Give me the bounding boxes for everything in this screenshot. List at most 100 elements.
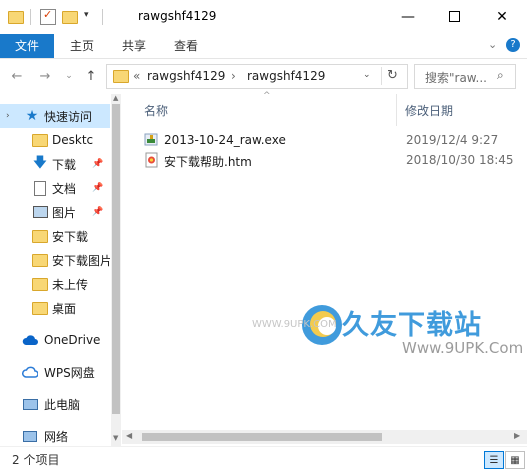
breadcrumb-segment-2[interactable]: rawgshf4129 [247,69,325,83]
quick-access-dropdown-icon[interactable]: ▾ [84,10,89,20]
search-box[interactable]: 搜索"raw... ⌕ [414,64,516,89]
sidebar-item-folder-anxiazai[interactable]: 安下载 [0,224,110,248]
file-row[interactable]: 2013-10-24_raw.exe 2019/12/4 9:27 [142,130,522,150]
sidebar-item-this-pc[interactable]: 此电脑 [0,392,110,416]
scroll-left-icon[interactable]: ◀ [126,431,132,440]
back-arrow-icon[interactable]: ← [8,67,26,85]
sidebar-item-label: 网络 [44,429,69,444]
sidebar-item-label: 图片 [52,205,77,220]
maximize-icon [448,11,460,22]
address-dropdown-icon[interactable]: ⌄ [363,70,371,80]
tab-view[interactable]: 查看 [166,34,206,58]
forward-arrow-icon[interactable]: → [36,67,54,85]
pin-icon[interactable]: 📌 [92,159,103,169]
exe-installer-icon [144,132,160,151]
window-folder-icon [8,11,24,24]
folder-icon [32,228,48,244]
column-header-modified[interactable]: 修改日期 [405,102,453,119]
folder-icon [113,70,129,83]
scrollbar-thumb[interactable] [142,433,382,441]
folder-icon [32,276,48,292]
ribbon-expand-icon[interactable]: ⌄ [488,38,497,51]
details-view-button[interactable]: ☰ [484,451,504,469]
address-bar[interactable]: « rawgshf4129 › rawgshf4129 ⌄ ↻ [106,64,408,89]
file-date: 2018/10/30 18:45 [406,153,514,167]
scroll-down-icon[interactable]: ▼ [113,434,118,442]
watermark-title: 久友下载站 [342,310,482,341]
sidebar-item-label: 下载 [52,157,77,172]
recent-locations-icon[interactable]: ⌄ [60,67,78,85]
separator [30,9,31,25]
separator [102,9,103,25]
minimize-button[interactable]: — [385,0,431,33]
file-date: 2019/12/4 9:27 [406,133,499,147]
file-row[interactable]: 安下载帮助.htm 2018/10/30 18:45 [142,150,522,170]
pictures-icon [32,204,48,220]
sidebar-item-wps-drive[interactable]: WPS网盘 [0,360,110,384]
sidebar-item-downloads[interactable]: 🡇 下载 📌 [0,152,110,176]
folder-icon [32,132,48,148]
help-icon[interactable]: ? [506,38,520,52]
document-icon [32,180,48,196]
pin-icon[interactable]: 📌 [92,207,103,217]
details-view-icon: ☰ [489,454,499,466]
watermark-url: Www.9UPK.Com [402,339,524,357]
close-icon: ✕ [496,8,508,25]
folder-icon [32,252,48,268]
file-list: 名称 修改日期 2013-10-24_raw.exe 2019/12/4 9:2… [122,94,527,446]
item-count: 2 个项目 [12,453,60,467]
file-name[interactable]: 安下载帮助.htm [164,153,252,170]
sidebar-item-quick-access[interactable]: › ★ 快速访问 [0,104,110,128]
sidebar-item-pictures[interactable]: 图片 📌 [0,200,110,224]
sidebar-item-network[interactable]: 网络 [0,424,110,446]
sidebar-item-documents[interactable]: 文档 📌 [0,176,110,200]
title-bar: ✓ ▾ rawgshf4129 — ✕ [0,0,527,34]
tab-home[interactable]: 主页 [62,34,102,58]
large-icons-view-button[interactable]: ▦ [505,451,525,469]
sidebar-item-label: 快速访问 [44,109,93,124]
sidebar-item-folder-not-uploaded[interactable]: 未上传 [0,272,110,296]
window-title: rawgshf4129 [138,9,217,23]
expand-chevron-icon[interactable]: › [6,111,10,121]
minimize-icon: — [401,8,415,25]
sidebar-item-label: Desktc [52,133,94,147]
sidebar-item-label: 未上传 [52,277,89,292]
new-folder-icon[interactable] [62,11,78,24]
search-icon[interactable]: ⌕ [497,68,504,83]
computer-icon [22,396,38,412]
large-icons-view-icon: ▦ [510,454,520,466]
network-icon [22,428,38,444]
star-icon: ★ [25,108,39,124]
wps-cloud-icon [22,364,38,380]
sidebar-item-folder-anxiazai-pictures[interactable]: 安下载图片 [0,248,110,272]
breadcrumb-segment-1[interactable]: rawgshf4129 [147,69,225,83]
breadcrumb-separator-icon[interactable]: › [231,69,236,83]
horizontal-scrollbar[interactable]: ◀ ▶ [122,430,527,444]
sidebar-item-desktop[interactable]: Desktc [0,128,110,152]
tab-share[interactable]: 共享 [114,34,154,58]
scroll-up-icon[interactable]: ▲ [113,94,118,102]
column-header-name[interactable]: 名称 [144,102,168,119]
status-bar: 2 个项目 ☰ ▦ [0,446,527,471]
close-button[interactable]: ✕ [479,0,525,33]
scroll-right-icon[interactable]: ▶ [514,431,520,440]
properties-icon[interactable]: ✓ [40,8,56,25]
separator [396,94,397,126]
tab-file[interactable]: 文件 [0,34,54,58]
maximize-button[interactable] [431,0,477,33]
sidebar-item-onedrive[interactable]: OneDrive [0,328,110,352]
file-name[interactable]: 2013-10-24_raw.exe [164,133,286,147]
refresh-icon[interactable]: ↻ [387,68,398,83]
watermark: WWW.9UPK.COM 久友下载站 Www.9UPK.Com [252,299,523,359]
folder-icon [32,300,48,316]
pin-icon[interactable]: 📌 [92,183,103,193]
sidebar-item-folder-desktop[interactable]: 桌面 [0,296,110,320]
cloud-icon [22,332,38,348]
sidebar-scrollbar[interactable]: ▲ ▼ [111,94,121,446]
up-arrow-icon[interactable]: ↑ [82,67,100,85]
sidebar-item-label: 安下载 [52,229,89,244]
address-overflow[interactable]: « [133,69,140,83]
scrollbar-thumb[interactable] [112,104,120,414]
search-input[interactable]: 搜索"raw... [425,69,487,86]
ribbon-tabs: 文件 主页 共享 查看 ⌄ ? [0,34,527,59]
